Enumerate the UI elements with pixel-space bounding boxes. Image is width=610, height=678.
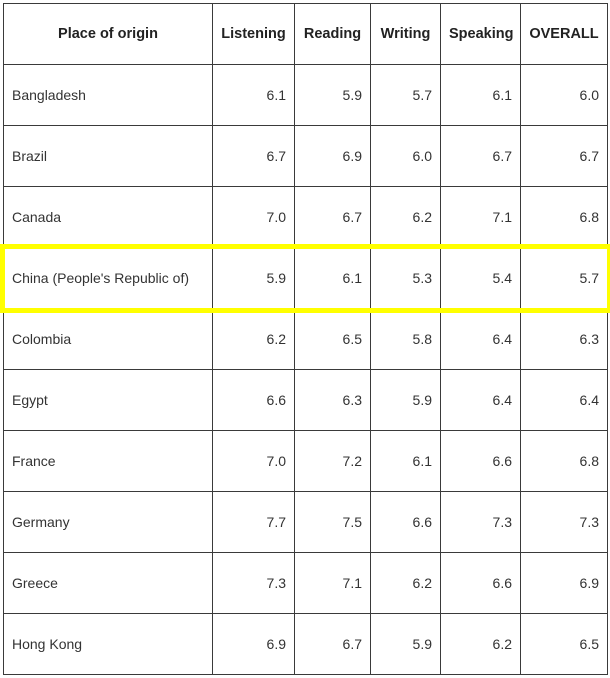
column-header-overall: OVERALL — [520, 3, 608, 65]
cell-place-of-origin: Canada — [3, 186, 213, 248]
cell-writing-score: 5.8 — [370, 308, 441, 370]
cell-writing-score: 5.7 — [370, 64, 441, 126]
cell-place-of-origin: Brazil — [3, 125, 213, 187]
cell-speaking-score: 6.1 — [440, 64, 521, 126]
cell-reading-score: 6.9 — [294, 125, 371, 187]
cell-overall-score: 7.3 — [520, 491, 608, 553]
table-row: France 7.0 7.2 6.1 6.6 6.8 — [3, 430, 608, 492]
cell-place-of-origin: Greece — [3, 552, 213, 614]
cell-overall-score: 6.5 — [520, 613, 608, 675]
cell-overall-score: 5.7 — [520, 247, 608, 309]
cell-reading-score: 5.9 — [294, 64, 371, 126]
cell-speaking-score: 7.3 — [440, 491, 521, 553]
cell-place-of-origin: Germany — [3, 491, 213, 553]
cell-writing-score: 5.9 — [370, 369, 441, 431]
cell-reading-score: 7.1 — [294, 552, 371, 614]
cell-writing-score: 6.2 — [370, 186, 441, 248]
cell-overall-score: 6.8 — [520, 430, 608, 492]
table-row: China (People's Republic of) 5.9 6.1 5.3 5.4… — [3, 247, 608, 309]
cell-reading-score: 7.2 — [294, 430, 371, 492]
table-row: Greece 7.3 7.1 6.2 6.6 6.9 — [3, 552, 608, 614]
cell-writing-score: 5.3 — [370, 247, 441, 309]
cell-speaking-score: 6.7 — [440, 125, 521, 187]
cell-speaking-score: 6.2 — [440, 613, 521, 675]
cell-place-of-origin: Bangladesh — [3, 64, 213, 126]
cell-speaking-score: 7.1 — [440, 186, 521, 248]
column-header-speaking: Speaking — [440, 3, 521, 65]
cell-listening-score: 6.1 — [212, 64, 295, 126]
cell-listening-score: 7.7 — [212, 491, 295, 553]
table-row: Brazil 6.7 6.9 6.0 6.7 6.7 — [3, 125, 608, 187]
cell-reading-score: 6.7 — [294, 613, 371, 675]
cell-speaking-score: 6.6 — [440, 552, 521, 614]
cell-reading-score: 6.5 — [294, 308, 371, 370]
cell-overall-score: 6.7 — [520, 125, 608, 187]
cell-place-of-origin: China (People's Republic of) — [3, 247, 213, 309]
cell-listening-score: 6.7 — [212, 125, 295, 187]
cell-speaking-score: 5.4 — [440, 247, 521, 309]
cell-overall-score: 6.8 — [520, 186, 608, 248]
table-row: Colombia 6.2 6.5 5.8 6.4 6.3 — [3, 308, 608, 370]
table-row: Egypt 6.6 6.3 5.9 6.4 6.4 — [3, 369, 608, 431]
cell-place-of-origin: Hong Kong — [3, 613, 213, 675]
table-row: Germany 7.7 7.5 6.6 7.3 7.3 — [3, 491, 608, 553]
cell-place-of-origin: Egypt — [3, 369, 213, 431]
cell-reading-score: 6.7 — [294, 186, 371, 248]
cell-overall-score: 6.4 — [520, 369, 608, 431]
table-row: Canada 7.0 6.7 6.2 7.1 6.8 — [3, 186, 608, 248]
column-header-listening: Listening — [212, 3, 295, 65]
cell-listening-score: 7.0 — [212, 430, 295, 492]
cell-writing-score: 5.9 — [370, 613, 441, 675]
table-row: Hong Kong 6.9 6.7 5.9 6.2 6.5 — [3, 613, 608, 675]
score-table-container: Place of origin Listening Reading Writin… — [0, 3, 610, 678]
cell-reading-score: 7.5 — [294, 491, 371, 553]
cell-overall-score: 6.0 — [520, 64, 608, 126]
cell-listening-score: 6.6 — [212, 369, 295, 431]
header-row: Place of origin Listening Reading Writin… — [3, 3, 608, 65]
cell-place-of-origin: France — [3, 430, 213, 492]
cell-listening-score: 6.9 — [212, 613, 295, 675]
cell-reading-score: 6.3 — [294, 369, 371, 431]
cell-overall-score: 6.3 — [520, 308, 608, 370]
cell-overall-score: 6.9 — [520, 552, 608, 614]
column-header-reading: Reading — [294, 3, 371, 65]
table-header: Place of origin Listening Reading Writin… — [3, 3, 608, 65]
ielts-score-table: Place of origin Listening Reading Writin… — [3, 3, 608, 675]
cell-writing-score: 6.0 — [370, 125, 441, 187]
column-header-writing: Writing — [370, 3, 441, 65]
cell-place-of-origin: Colombia — [3, 308, 213, 370]
cell-speaking-score: 6.4 — [440, 308, 521, 370]
cell-speaking-score: 6.6 — [440, 430, 521, 492]
table-body: Bangladesh 6.1 5.9 5.7 6.1 6.0 Brazil 6.7 6.9 6.0… — [3, 64, 608, 675]
table-row: Bangladesh 6.1 5.9 5.7 6.1 6.0 — [3, 64, 608, 126]
column-header-place-of-origin: Place of origin — [3, 3, 213, 65]
cell-listening-score: 7.3 — [212, 552, 295, 614]
cell-writing-score: 6.6 — [370, 491, 441, 553]
cell-reading-score: 6.1 — [294, 247, 371, 309]
cell-writing-score: 6.2 — [370, 552, 441, 614]
cell-listening-score: 6.2 — [212, 308, 295, 370]
cell-listening-score: 7.0 — [212, 186, 295, 248]
cell-listening-score: 5.9 — [212, 247, 295, 309]
cell-writing-score: 6.1 — [370, 430, 441, 492]
cell-speaking-score: 6.4 — [440, 369, 521, 431]
